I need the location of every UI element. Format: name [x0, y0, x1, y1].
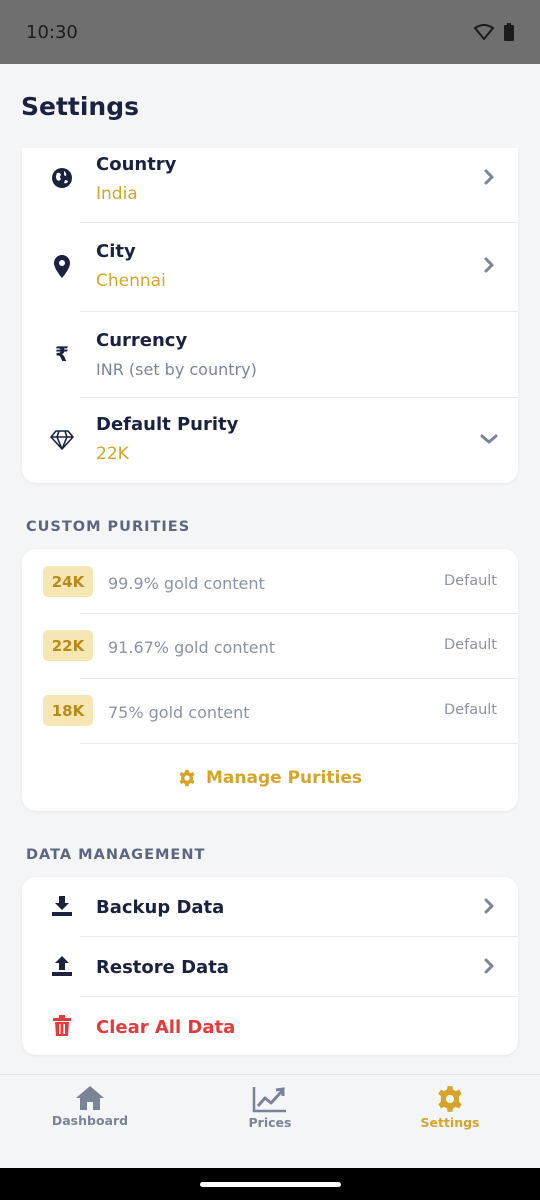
upload-icon	[50, 954, 74, 978]
default-purity-row[interactable]: Default Purity 22K	[22, 398, 518, 483]
wifi-icon	[474, 24, 494, 40]
city-title: City	[96, 241, 136, 262]
nav-prices-label: Prices	[248, 1115, 292, 1130]
home-icon	[76, 1086, 104, 1110]
purity-default-tag: Default	[444, 573, 497, 589]
manage-purities-label: Manage Purities	[206, 767, 362, 788]
purity-badge: 18K	[43, 695, 93, 726]
chevron-right-icon	[480, 897, 498, 915]
default-purity-title: Default Purity	[96, 414, 239, 435]
purity-badge: 22K	[43, 630, 93, 661]
default-purity-value: 22K	[96, 444, 129, 464]
currency-row: ₹ Currency INR (set by country)	[22, 312, 518, 397]
currency-title: Currency	[96, 330, 188, 351]
download-icon	[50, 894, 74, 918]
gesture-navigation-area	[0, 1168, 540, 1200]
chart-line-icon	[252, 1087, 286, 1113]
city-row[interactable]: City Chennai	[22, 223, 518, 311]
city-value: Chennai	[96, 271, 166, 291]
data-management-label: DATA MANAGEMENT	[26, 847, 206, 863]
purity-item[interactable]: 22K 91.67% gold content Default	[22, 614, 518, 678]
country-row[interactable]: Country India	[22, 148, 518, 222]
bottom-navigation: Dashboard Prices Settings	[0, 1074, 540, 1138]
purity-badge: 24K	[43, 566, 93, 597]
purity-default-tag: Default	[444, 702, 497, 718]
nav-dashboard-label: Dashboard	[51, 1113, 129, 1128]
diamond-icon	[50, 428, 74, 452]
page-title: Settings	[21, 92, 140, 121]
custom-purities-card: 24K 99.9% gold content Default 22K 91.67…	[22, 549, 518, 811]
purity-item[interactable]: 18K 75% gold content Default	[22, 679, 518, 743]
nav-dashboard[interactable]: Dashboard	[0, 1075, 180, 1138]
purity-description: 91.67% gold content	[108, 638, 275, 657]
system-spacer	[0, 1138, 540, 1168]
currency-value: INR (set by country)	[96, 360, 257, 379]
status-time: 10:30	[26, 21, 78, 43]
nav-prices[interactable]: Prices	[180, 1075, 360, 1138]
chevron-right-icon	[480, 256, 498, 274]
globe-icon	[50, 166, 74, 190]
manage-purities-button[interactable]: Manage Purities	[22, 744, 518, 811]
chevron-right-icon	[480, 168, 498, 186]
chevron-right-icon	[480, 957, 498, 975]
clear-data-row[interactable]: Clear All Data	[22, 997, 518, 1055]
clear-data-label: Clear All Data	[96, 1017, 236, 1038]
trash-icon	[50, 1014, 74, 1038]
data-management-card: Backup Data Restore Data Clear All Data	[22, 877, 518, 1055]
custom-purities-label: CUSTOM PURITIES	[26, 519, 191, 535]
restore-data-label: Restore Data	[96, 957, 229, 978]
gear-icon	[179, 769, 195, 786]
backup-data-row[interactable]: Backup Data	[22, 877, 518, 936]
purity-description: 75% gold content	[108, 703, 250, 722]
location-card: Country India City Chennai ₹ Currency IN…	[22, 148, 518, 483]
gear-icon	[438, 1086, 462, 1112]
purity-description: 99.9% gold content	[108, 574, 265, 593]
status-bar: 10:30	[0, 0, 540, 64]
purity-item[interactable]: 24K 99.9% gold content Default	[22, 549, 518, 613]
status-icons	[474, 23, 514, 41]
country-value: India	[96, 184, 138, 204]
restore-data-row[interactable]: Restore Data	[22, 937, 518, 996]
home-gesture-bar[interactable]	[200, 1182, 341, 1187]
battery-icon	[504, 23, 514, 41]
location-pin-icon	[50, 255, 74, 279]
backup-data-label: Backup Data	[96, 897, 225, 918]
nav-settings[interactable]: Settings	[360, 1075, 540, 1138]
purity-default-tag: Default	[444, 637, 497, 653]
rupee-icon: ₹	[55, 342, 69, 366]
chevron-down-icon	[480, 430, 498, 448]
settings-scroll[interactable]: Country India City Chennai ₹ Currency IN…	[0, 148, 540, 1074]
header: Settings	[0, 64, 540, 148]
nav-settings-label: Settings	[420, 1115, 480, 1130]
country-title: Country	[96, 154, 177, 175]
